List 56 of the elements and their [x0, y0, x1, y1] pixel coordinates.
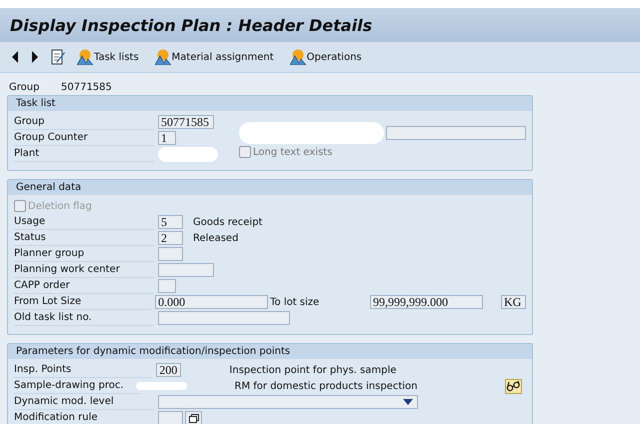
input-field[interactable]: 0.000 [155, 295, 268, 309]
triangle-left-icon [11, 51, 19, 63]
field-label: To lot size [270, 296, 320, 308]
field-label: Group Counter [14, 130, 154, 146]
field-description: RM for domestic products inspection [234, 380, 418, 392]
triangle-right-icon [31, 51, 39, 63]
input-field[interactable]: 2 [158, 231, 183, 245]
field-label: Old task list no. [14, 310, 154, 326]
field-label: Group [14, 114, 154, 130]
redaction-mark [136, 382, 187, 390]
sun-mountain-icon [154, 49, 171, 65]
group-value: 50771585 [61, 82, 112, 92]
sun-mountain-icon [77, 49, 93, 65]
input-field[interactable]: 99,999,999.000 [370, 295, 483, 309]
field-description: Inspection point for phys. sample [229, 364, 398, 376]
window-icon [188, 414, 198, 422]
input-field[interactable] [386, 126, 526, 140]
field-label: Status [14, 230, 154, 246]
toolbar-button[interactable]: Material assignment [152, 47, 277, 67]
sun-mountain-icon [290, 49, 306, 65]
panel-title: General data [8, 180, 532, 195]
toolbar-button[interactable]: Task lists [74, 47, 142, 67]
field-label: Dynamic mod. level [14, 394, 154, 410]
input-field[interactable]: 50771585 [158, 115, 214, 129]
glasses-icon [506, 380, 520, 392]
input-field[interactable] [158, 411, 183, 424]
field-label: Group [9, 82, 40, 92]
field-description: Goods receipt [193, 216, 262, 228]
field-label: Planner group [14, 246, 154, 262]
input-field[interactable]: 1 [158, 131, 176, 145]
redaction-mark [158, 146, 218, 162]
panel-title: Parameters for dynamic modification/inspection points [8, 344, 532, 359]
unit-field[interactable]: KG [501, 295, 526, 309]
field-label: Plant [14, 146, 154, 162]
field-label: Planning work center [14, 262, 154, 278]
window-title: Display Inspection Plan : Header Details [10, 16, 372, 34]
field-label: Insp. Points [14, 362, 152, 378]
field-label: From Lot Size [14, 294, 152, 310]
panel-title: Task list [8, 96, 532, 111]
input-field[interactable] [158, 311, 290, 325]
input-field[interactable]: 5 [158, 215, 183, 229]
glasses-button[interactable] [504, 378, 522, 394]
field-description: Released [193, 232, 238, 244]
input-field[interactable]: 200 [156, 363, 182, 377]
value-help-button[interactable] [185, 411, 202, 424]
field-label: CAPP order [14, 278, 154, 294]
toolbar-button[interactable]: Operations [286, 47, 365, 67]
long-text-checkbox[interactable]: Long text exists [239, 144, 526, 160]
dropdown-field[interactable] [158, 395, 418, 409]
input-field[interactable] [158, 247, 183, 261]
field-label: Modification rule [14, 410, 154, 424]
input-field[interactable] [158, 263, 214, 277]
dropdown-arrow-icon [403, 399, 413, 405]
input-field[interactable] [158, 279, 176, 293]
field-label: Usage [14, 214, 154, 230]
pencil-document-icon [51, 49, 65, 65]
